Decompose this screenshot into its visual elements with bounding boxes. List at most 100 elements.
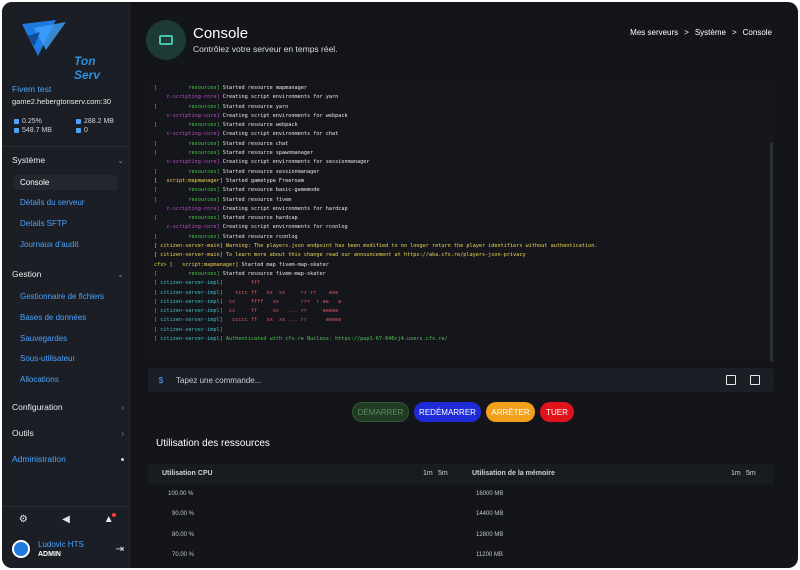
console-line: c-scripting-core] Creating script enviro…: [148, 112, 774, 121]
breadcrumb-separator: >: [684, 28, 689, 37]
console-line: c-scripting-core] Creating script enviro…: [148, 205, 774, 214]
console-line-tag: [ resources]: [154, 103, 220, 110]
user-panel: Ludovic HTS ADMIN ⇥: [12, 540, 124, 558]
console-line: [ citizen-server-impl] Authenticated wit…: [148, 335, 774, 344]
memory-range-5m[interactable]: 5m: [746, 470, 756, 477]
console-line-message: Started resource yarn: [219, 103, 289, 110]
console-line-message: fff: [222, 280, 261, 287]
console-line-message: cccc ff xx xx rr rr eee: [222, 289, 339, 296]
console-line-message: Started map fivem-map-skater: [238, 261, 329, 268]
console-line-tag: c-scripting-core]: [154, 205, 220, 212]
console-line-message: Authenticated with cfx.re Nucleus: https…: [222, 336, 448, 343]
cpu-range-5m[interactable]: 5m: [438, 470, 448, 477]
nav-section-systeme[interactable]: Système ⌄: [12, 155, 124, 165]
console-line: [ citizen-server-impl] fff: [148, 279, 774, 288]
upload-icon[interactable]: [726, 375, 736, 385]
console-line: [ resources] Started resource basic-game…: [148, 186, 774, 195]
console-line-tag: [ resources]: [154, 270, 220, 277]
console-line-message: cc ffff xx rrr r ee e: [222, 298, 342, 305]
console-line-message: Started resource rconlog: [219, 233, 298, 240]
nav-section-outils[interactable]: Outils ›: [12, 428, 124, 438]
console-line-message: To learn more about this change read our…: [222, 252, 526, 259]
logout-icon[interactable]: ⇥: [116, 544, 124, 555]
chevron-down-icon: ⌄: [117, 155, 124, 165]
console-line: c-scripting-core] Creating script enviro…: [148, 223, 774, 232]
chevron-down-icon: ⌄: [117, 269, 124, 279]
memory-tick: 14400 MB: [476, 511, 504, 517]
nav-item-sftp[interactable]: Details SFTP: [20, 219, 67, 228]
breadcrumb-mes-serveurs[interactable]: Mes serveurs: [630, 28, 678, 37]
memory-stat: 288.2 MB: [76, 118, 126, 125]
restart-button[interactable]: REDÉMARRER: [414, 402, 481, 422]
console-line: [ resources] Started resource rconlog: [148, 233, 774, 242]
nav-section-gestion[interactable]: Gestion ⌄: [12, 269, 124, 279]
nav-item-sous-utilisateur[interactable]: Sous-utilisateur: [20, 354, 75, 363]
memory-tick: 16000 MB: [476, 491, 504, 497]
console-line-tag: [ resources]: [154, 187, 220, 194]
fullscreen-icon[interactable]: [750, 375, 760, 385]
console-line-tag: [ citizen-server-impl]: [154, 308, 223, 315]
console-line: [ resources] Started resource fivem: [148, 196, 774, 205]
console-line-tag: [ resources]: [154, 140, 220, 147]
nav-item-console[interactable]: Console: [14, 175, 118, 190]
nav-item-fichiers[interactable]: Gestionnaire de fichiers: [20, 292, 104, 301]
console-line: [ resources] Started resource mapmanager: [148, 84, 774, 93]
server-name: Fivem test: [12, 84, 52, 94]
console-line: [ resources] Started resource chat: [148, 140, 774, 149]
logo-text: Ton Serv: [74, 54, 101, 82]
console-line-tag: [ resources]: [154, 233, 220, 240]
command-input[interactable]: [176, 375, 726, 385]
memory-icon: [76, 119, 81, 124]
console-line-tag: [ citizen-server-impl]: [154, 336, 223, 343]
nav-item-details[interactable]: Détails du serveur: [20, 198, 84, 207]
console-line-tag: c-scripting-core]: [154, 131, 220, 138]
nav-item-audit[interactable]: Journaux d'audit: [20, 240, 78, 249]
chevron-right-icon: ›: [121, 428, 124, 438]
resources-header-bar: [148, 464, 774, 484]
console-line: [ resources] Started resource webpack: [148, 121, 774, 130]
console-line-tag: [ resources]: [154, 196, 220, 203]
stop-button[interactable]: ARRÊTER: [486, 402, 535, 422]
console-line-tag: [ resources]: [154, 122, 220, 129]
console-line-message: Started resource spawnmanager: [219, 150, 314, 157]
nav-section-configuration[interactable]: Configuration ›: [12, 402, 124, 412]
console-line: [ citizen-server-main] Warning: The play…: [148, 242, 774, 251]
nav-item-bdd[interactable]: Bases de données: [20, 313, 86, 322]
megaphone-icon[interactable]: ◀: [60, 514, 72, 526]
start-button[interactable]: DÉMARRER: [352, 402, 409, 422]
bell-icon[interactable]: ▲: [103, 513, 116, 526]
nav-section-administration[interactable]: Administration: [12, 454, 124, 464]
console-line: [ citizen-server-main] To learn more abo…: [148, 251, 774, 260]
memory-range-1m[interactable]: 1m: [731, 470, 741, 477]
sidebar: Ton Serv Fivem test game2.hebergtonserv.…: [2, 2, 130, 568]
user-icon: [76, 128, 81, 133]
console-line-tag: c-scripting-core]: [154, 112, 220, 119]
console-line: [ script:mapmanager] Started gametype Fr…: [148, 177, 774, 186]
console-output[interactable]: [ resources] Started resource mapmanager…: [148, 80, 774, 360]
console-line-tag: [ citizen-server-impl]: [154, 298, 223, 305]
cpu-tick: 90.00 %: [172, 511, 195, 517]
breadcrumb-systeme[interactable]: Système: [695, 28, 726, 37]
console-line: [ citizen-server-impl] cccc ff xx xx rr …: [148, 289, 774, 298]
brand-logo[interactable]: Ton Serv: [16, 16, 116, 82]
kill-button[interactable]: TUER: [540, 402, 574, 422]
console-line: [ resources] Started resource sessionman…: [148, 168, 774, 177]
console-line: c-scripting-core] Creating script enviro…: [148, 130, 774, 139]
console-icon: [146, 20, 186, 60]
nav-item-allocations[interactable]: Allocations: [20, 375, 59, 384]
avatar[interactable]: [12, 540, 30, 558]
chevron-right-icon: ›: [121, 402, 124, 412]
console-line: c-scripting-core] Creating script enviro…: [148, 158, 774, 167]
console-line-message: Started resource webpack: [219, 122, 298, 129]
console-scrollbar[interactable]: [770, 142, 773, 362]
memory-tick: 12800 MB: [476, 532, 504, 538]
console-line-message: Started resource mapmanager: [219, 85, 308, 91]
user-role: ADMIN: [38, 551, 61, 558]
user-name: Ludovic HTS: [38, 540, 84, 549]
memory-label: Utilisation de la mémoire: [472, 470, 555, 477]
cpu-range-1m[interactable]: 1m: [423, 470, 433, 477]
console-line: c-scripting-core] Creating script enviro…: [148, 93, 774, 102]
nav-item-sauvegardes[interactable]: Sauvegardes: [20, 334, 67, 343]
console-line-message: Warning: The players.json endpoint has b…: [222, 243, 598, 250]
settings-icon[interactable]: ⚙: [17, 514, 29, 526]
